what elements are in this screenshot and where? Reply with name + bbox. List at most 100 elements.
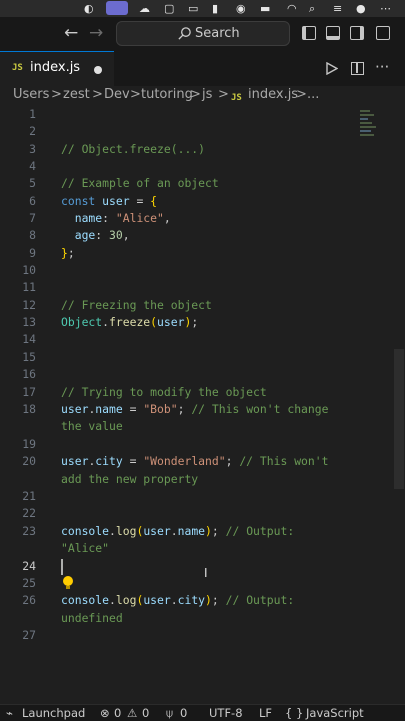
customize-layout-icon[interactable] (376, 26, 390, 40)
code-line-18-wrap: the value (61, 418, 123, 435)
app-menu-icon[interactable]: ◐ (84, 2, 94, 15)
errors-icon[interactable]: ⊗ (100, 706, 110, 720)
error-count[interactable]: 0 (114, 706, 121, 720)
battery-icon[interactable]: ▬ (260, 2, 270, 15)
javascript-file-icon: JS (12, 63, 23, 73)
code-line-20: user.city = "Wonderland"; // This won't (61, 454, 329, 468)
toggle-panel-icon[interactable] (326, 26, 340, 40)
string: "Alice" (115, 211, 164, 225)
code-line-23-wrap: "Alice" (61, 540, 109, 557)
launchpad-icon[interactable]: ⌁ (6, 706, 13, 720)
forward-arrow-icon[interactable]: → (89, 22, 103, 44)
function-name: log (115, 524, 137, 538)
line-number: 10 (22, 263, 36, 277)
active-app-indicator-icon[interactable] (106, 1, 128, 15)
siri-icon[interactable]: ● (356, 2, 366, 15)
control-center-icon[interactable]: ≡ (333, 2, 342, 15)
end-of-line[interactable]: LF (259, 706, 272, 720)
title-bar: ← → Search (0, 17, 405, 52)
number: 30 (109, 228, 123, 242)
warning-count[interactable]: 0 (142, 706, 149, 720)
operator: = (122, 454, 144, 468)
class-name: Object (61, 315, 103, 329)
language-braces-icon[interactable]: { } (285, 706, 303, 720)
breadcrumb-separator: > (190, 87, 201, 102)
variable: user (143, 524, 171, 538)
property: city (177, 593, 206, 607)
breadcrumb-separator: > (218, 87, 229, 102)
keyword: const (61, 194, 96, 208)
lightbulb-icon[interactable] (63, 576, 73, 589)
breadcrumb-item[interactable]: tutoring (141, 87, 193, 103)
vertical-scrollbar[interactable] (394, 349, 404, 489)
breadcrumb-separator: > (51, 87, 62, 102)
punctuation: ; (67, 246, 75, 260)
ports-icon[interactable]: ⍦ (166, 706, 173, 720)
breadcrumb-item[interactable]: zest (63, 87, 90, 103)
line-number: 20 (22, 454, 36, 468)
breadcrumb-item[interactable]: Users (13, 87, 49, 103)
line-number: 15 (22, 350, 36, 364)
line-number: 4 (29, 159, 36, 173)
audio-icon[interactable]: ▮ (212, 2, 218, 15)
display-icon[interactable]: ▭ (188, 2, 198, 15)
code-line-6: const user = { (61, 193, 157, 210)
breadcrumb-item[interactable]: ... (307, 87, 319, 103)
text-cursor (61, 559, 63, 575)
warning-icon[interactable]: ⚠ (127, 706, 137, 720)
ports-count[interactable]: 0 (180, 706, 187, 720)
split-editor-icon[interactable] (351, 62, 364, 75)
operator: = (129, 194, 151, 208)
line-number: 22 (22, 506, 36, 520)
breadcrumb-item[interactable]: Dev (104, 87, 130, 103)
code-line-13: Object.freeze(user); (61, 315, 199, 329)
unsaved-dot-icon[interactable] (94, 66, 102, 74)
line-number: 17 (22, 385, 36, 399)
minimap[interactable] (360, 106, 380, 146)
comment: // Output: (225, 524, 295, 538)
command-center-search[interactable]: Search (116, 21, 290, 46)
record-icon[interactable]: ◉ (236, 2, 246, 15)
function-name: log (115, 593, 137, 607)
breadcrumb-item[interactable]: js (202, 87, 212, 103)
toggle-secondary-sidebar-icon[interactable] (350, 26, 364, 40)
system-menu-bar: ◐ ☁ ▢ ▭ ▮ ◉ ▬ ◠ ⌕ ≡ ● ⋯ (0, 0, 405, 17)
encoding[interactable]: UTF-8 (209, 706, 243, 720)
line-number: 3 (29, 142, 36, 156)
punctuation: , (122, 228, 130, 242)
punctuation: : (95, 228, 110, 242)
variable: user (157, 315, 185, 329)
line-number: 26 (22, 593, 36, 607)
variable: user (102, 194, 130, 208)
more-actions-icon[interactable]: ··· (375, 57, 389, 77)
comment: // Example of an object (61, 176, 219, 190)
spotlight-icon[interactable]: ⌕ (309, 2, 315, 15)
line-number: 21 (22, 489, 36, 503)
launchpad-label[interactable]: Launchpad (22, 706, 85, 720)
language-mode[interactable]: JavaScript (306, 706, 364, 720)
editor-tab-bar: JS index.js ··· (0, 51, 405, 86)
breadcrumb-separator: > (130, 87, 141, 102)
wechat-icon[interactable]: ☁ (139, 2, 150, 15)
breadcrumb-separator: > (296, 87, 307, 102)
breadcrumb: Users > zest > Dev > tutoring > js > JS … (0, 86, 405, 106)
notification-icon[interactable]: ⋯ (380, 2, 391, 15)
code-editor[interactable]: 1 2 3 4 5 6 7 8 9 10 11 12 13 14 15 16 1… (0, 106, 405, 704)
line-number: 16 (22, 367, 36, 381)
comment: add the new property (61, 472, 199, 486)
run-play-icon[interactable] (326, 62, 338, 75)
punctuation: ; (177, 402, 192, 416)
toggle-sidebar-icon[interactable] (302, 26, 316, 40)
wifi-icon[interactable]: ◠ (287, 2, 297, 15)
line-number: 9 (29, 246, 36, 260)
variable: user (143, 593, 171, 607)
code-line-9: }; (61, 245, 75, 262)
breadcrumb-item[interactable]: index.js (248, 87, 298, 103)
comment: // Freezing the object (61, 298, 212, 312)
breadcrumb-separator: > (92, 87, 103, 102)
back-arrow-icon[interactable]: ← (64, 22, 78, 44)
tab-index-js[interactable]: JS index.js (0, 51, 114, 86)
comment: // Object.freeze(...) (61, 142, 206, 156)
comment: "Alice" (61, 541, 110, 555)
clipboard-icon[interactable]: ▢ (164, 2, 174, 15)
